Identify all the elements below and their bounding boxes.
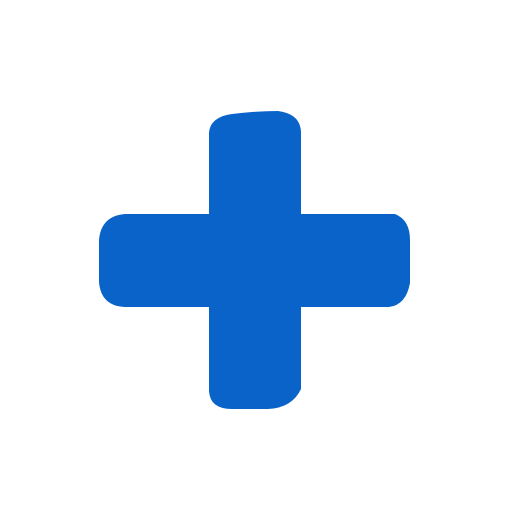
plus-shape — [99, 111, 410, 409]
icon-canvas — [0, 0, 512, 512]
plus-icon[interactable] — [0, 0, 512, 512]
plus-icon-svg — [99, 111, 410, 409]
